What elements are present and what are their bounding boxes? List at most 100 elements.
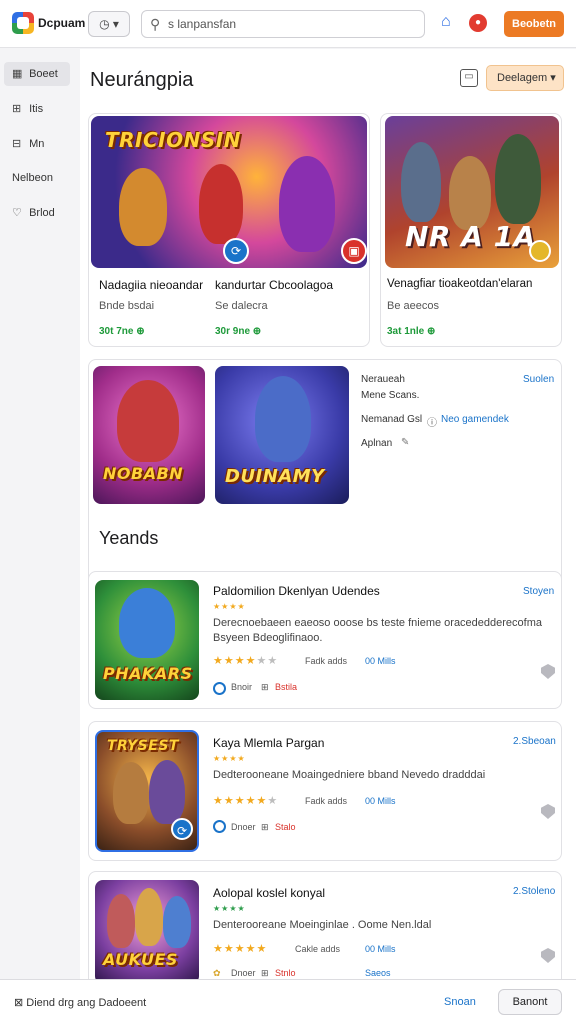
character-figure bbox=[119, 168, 167, 246]
item-link[interactable]: 2.Stoleno bbox=[513, 886, 555, 897]
mini-rating: ★★★★ bbox=[213, 602, 246, 611]
footer-link[interactable]: Snoan bbox=[444, 996, 476, 1008]
promo-row-link[interactable]: Neo gamendek bbox=[441, 414, 509, 425]
search-box[interactable]: ⚲ bbox=[141, 10, 425, 38]
app-logo-icon[interactable] bbox=[12, 12, 34, 34]
game-developer: Se dalecra bbox=[215, 300, 268, 312]
platform-icon bbox=[213, 820, 226, 833]
character-figure bbox=[163, 896, 191, 948]
sidebar-item-menu[interactable]: ⊟ Mn bbox=[4, 132, 70, 156]
item-link[interactable]: 2.Sbeoan bbox=[513, 736, 556, 747]
sort-dropdown[interactable]: Deelagem ▾ bbox=[486, 65, 564, 91]
game-developer: Bnde bsdai bbox=[99, 300, 155, 312]
game-name[interactable]: Kaya Mlemla Pargan bbox=[213, 736, 324, 750]
game-art: NR A 1A bbox=[385, 116, 559, 268]
character-figure bbox=[449, 156, 491, 230]
art-title: AUKUES bbox=[103, 950, 178, 969]
list-item[interactable]: TRYSEST ⟳ Kaya Mlemla Pargan ★★★★ 2.Sbeo… bbox=[88, 721, 562, 861]
primary-action-button[interactable]: Beobetn bbox=[504, 11, 564, 37]
game-description: Dedterooneane Moaingedniere bband Nevedo… bbox=[213, 769, 486, 781]
game-art[interactable]: NOBABN bbox=[93, 366, 205, 504]
art-title: DUINAMY bbox=[225, 466, 325, 487]
platform-badge-icon: ⟳ bbox=[171, 818, 193, 840]
promo-link[interactable]: Suolen bbox=[523, 374, 554, 385]
meta-label: Dnoer bbox=[231, 968, 256, 978]
game-name[interactable]: Nadagiia nieoandar bbox=[99, 278, 203, 292]
sidebar-item-lists[interactable]: ⊞ Itis bbox=[4, 97, 70, 121]
art-title: NOBABN bbox=[103, 464, 184, 483]
sidebar-item-network[interactable]: Nelbeon bbox=[4, 166, 70, 190]
record-icon[interactable]: ● bbox=[469, 14, 487, 32]
meta-label: Bnoir bbox=[231, 682, 253, 692]
game-art: TRYSEST ⟳ bbox=[95, 730, 199, 852]
search-input[interactable] bbox=[168, 15, 418, 33]
platform-badge-icon: ⟳ bbox=[223, 238, 249, 264]
game-developer: Be aeecos bbox=[387, 300, 439, 312]
character-figure bbox=[495, 134, 541, 224]
sidebar-item-label: Nelbeon bbox=[12, 172, 53, 184]
promo-line: Mene Scans. bbox=[361, 390, 420, 401]
gamepad-icon: ⊞ bbox=[261, 822, 269, 832]
game-name[interactable]: Aolopal koslel konyal bbox=[213, 886, 325, 900]
history-button[interactable]: ◷ ▾ bbox=[88, 11, 130, 37]
download-count: 00 Mills bbox=[365, 656, 396, 666]
bell-icon[interactable]: ⌂ bbox=[441, 13, 451, 31]
game-price: 3at 1nle ⊕ bbox=[387, 326, 436, 337]
featured-card[interactable]: NR A 1A Venagfiar tioakeotdan'elaran Be … bbox=[380, 113, 562, 347]
meta-tag: Bstila bbox=[275, 682, 298, 692]
character-figure bbox=[117, 380, 179, 462]
info-icon: ⓘ bbox=[427, 418, 437, 429]
game-name[interactable]: Paldomilion Dkenlyan Udendes bbox=[213, 584, 380, 598]
main-content: Neurángpia ▭ Deelagem ▾ TRICIONSIN ⟳ ▣ N… bbox=[80, 49, 576, 999]
footer-button[interactable]: Banont bbox=[498, 989, 562, 1015]
grid-icon: ▦ bbox=[12, 68, 23, 80]
promo-row-label: Aplnan bbox=[361, 438, 393, 449]
heart-icon: ♡ bbox=[12, 207, 22, 219]
sidebar-item-label: Brlod bbox=[29, 207, 55, 219]
coin-icon bbox=[529, 240, 551, 262]
footer-text: ⊠ Diend drg ang Dadoeent bbox=[14, 997, 147, 1009]
platform-badge-icon: ▣ bbox=[341, 238, 367, 264]
page-title: Neurángpia bbox=[90, 69, 194, 91]
game-art: AUKUES bbox=[95, 880, 199, 984]
shield-icon[interactable] bbox=[541, 804, 555, 819]
game-art[interactable]: DUINAMY bbox=[215, 366, 349, 504]
settings-icon: ⊠ bbox=[14, 997, 27, 1009]
shield-icon[interactable] bbox=[541, 664, 555, 679]
star-rating: ★★★★★ bbox=[213, 943, 268, 955]
list-item[interactable]: PHAKARS Paldomilion Dkenlyan Udendes ★★★… bbox=[88, 571, 562, 709]
game-name[interactable]: kandurtar Cbcoolagoa bbox=[215, 278, 333, 292]
promo-title: Neraueah bbox=[361, 374, 405, 385]
promo-row-label: Nemanad Gsl bbox=[361, 414, 423, 425]
chat-icon[interactable]: ▭ bbox=[460, 69, 478, 87]
table-icon: ⊟ bbox=[12, 138, 22, 150]
platform-icon bbox=[213, 682, 226, 695]
character-figure bbox=[279, 156, 335, 252]
star-rating: ★★★★★★ bbox=[213, 795, 279, 807]
character-figure bbox=[149, 760, 185, 824]
character-figure bbox=[113, 762, 149, 824]
review-count: Fadk adds bbox=[305, 656, 348, 666]
shield-icon[interactable] bbox=[541, 948, 555, 963]
sidebar-item-wishlist[interactable]: ♡ Brlod bbox=[4, 201, 70, 225]
list-icon: ⊞ bbox=[12, 103, 22, 115]
sidebar-item-home[interactable]: ▦ Boeet bbox=[4, 62, 70, 86]
game-name[interactable]: Venagfiar tioakeotdan'elaran bbox=[387, 278, 532, 290]
store-link[interactable]: Saeos bbox=[365, 968, 391, 978]
featured-card[interactable]: TRICIONSIN ⟳ ▣ Nadagiia nieoandar Bnde b… bbox=[88, 113, 370, 347]
pin-icon: ✎ bbox=[401, 437, 410, 448]
review-count: Fadk adds bbox=[305, 796, 348, 806]
coin-icon: ✿ bbox=[213, 968, 221, 978]
game-art: TRICIONSIN ⟳ ▣ bbox=[91, 116, 367, 268]
sidebar-item-label: Boeet bbox=[29, 68, 58, 80]
character-figure bbox=[107, 894, 135, 948]
gamepad-icon: ⊞ bbox=[261, 682, 269, 692]
mini-rating: ★★★★ bbox=[213, 754, 246, 763]
art-title: PHAKARS bbox=[103, 664, 193, 683]
meta-tag: Stalo bbox=[275, 822, 296, 832]
footer-bar: ⊠ Diend drg ang Dadoeent Snoan Banont bbox=[0, 979, 576, 1024]
sidebar: ▦ Boeet ⊞ Itis ⊟ Mn Nelbeon ♡ Brlod bbox=[0, 49, 80, 979]
sidebar-item-label: Mn bbox=[29, 138, 45, 150]
item-link[interactable]: Stoyen bbox=[523, 586, 554, 597]
game-description: Derecnoebaeen eaeoso ooose bs teste fnie… bbox=[213, 617, 543, 644]
